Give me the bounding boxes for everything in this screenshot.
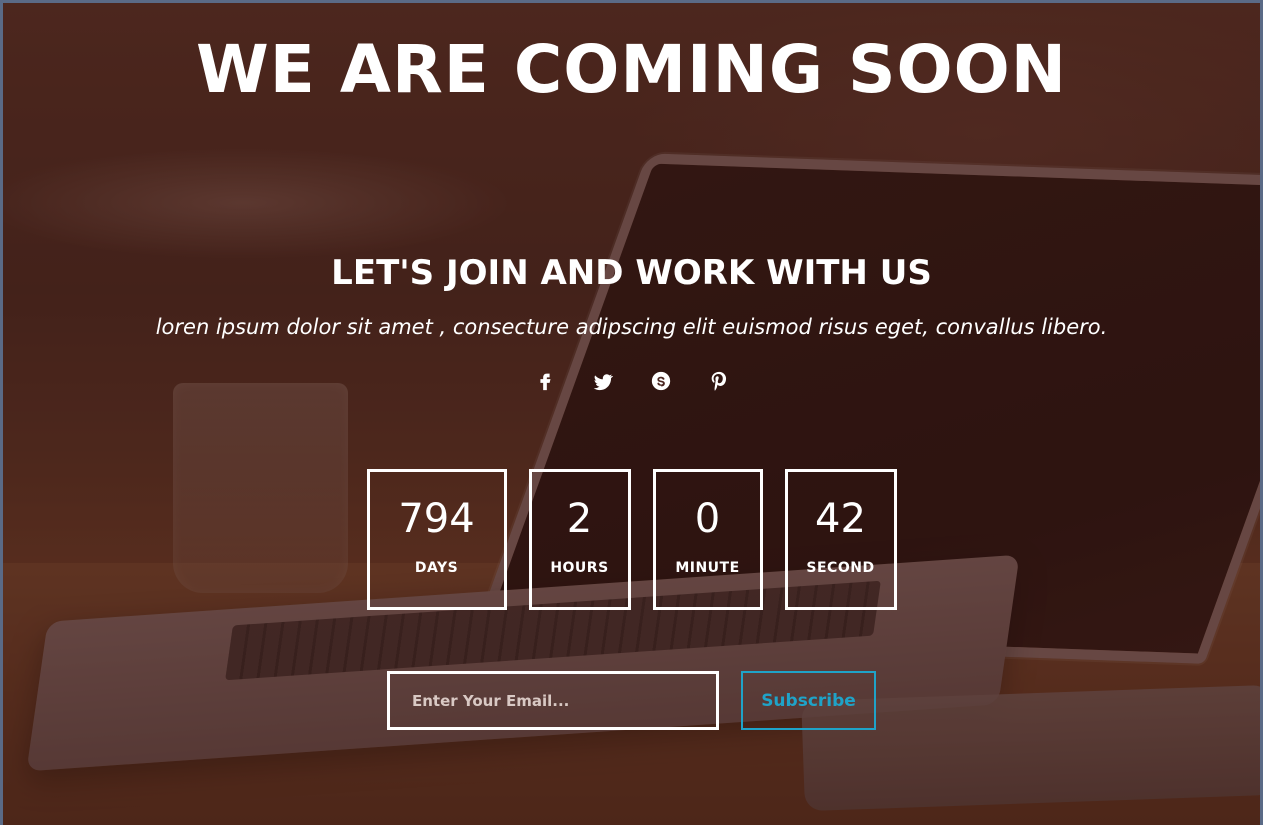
- email-field[interactable]: [387, 671, 719, 730]
- countdown-days-value: 794: [398, 496, 475, 542]
- countdown-second: 42 SECOND: [784, 469, 897, 610]
- social-links: [3, 369, 1260, 393]
- subscribe-button[interactable]: Subscribe: [741, 671, 876, 730]
- countdown-timer: 794 DAYS 2 HOURS 0 MINUTE 42 SECOND: [3, 469, 1260, 610]
- countdown-minute-label: MINUTE: [675, 560, 740, 576]
- page-frame: WE ARE COMING SOON LET'S JOIN AND WORK W…: [0, 0, 1263, 825]
- countdown-hours-label: HOURS: [550, 560, 609, 576]
- countdown-days: 794 DAYS: [366, 469, 507, 610]
- countdown-days-label: DAYS: [414, 560, 459, 576]
- countdown-second-value: 42: [815, 496, 866, 542]
- twitter-icon[interactable]: [591, 369, 615, 393]
- countdown-minute-value: 0: [694, 496, 721, 542]
- countdown-hours: 2 HOURS: [528, 469, 631, 610]
- subscribe-form: Subscribe: [3, 671, 1260, 730]
- facebook-icon[interactable]: [533, 369, 557, 393]
- subheadline: LET'S JOIN AND WORK WITH US: [331, 253, 932, 293]
- page-title: WE ARE COMING SOON: [196, 31, 1067, 108]
- tagline: loren ipsum dolor sit amet , consecture …: [155, 315, 1108, 339]
- countdown-hours-value: 2: [566, 496, 593, 542]
- skype-icon[interactable]: [649, 369, 673, 393]
- countdown-second-label: SECOND: [806, 560, 875, 576]
- hero-content: WE ARE COMING SOON LET'S JOIN AND WORK W…: [3, 3, 1260, 825]
- pinterest-icon[interactable]: [707, 369, 731, 393]
- countdown-minute: 0 MINUTE: [652, 469, 763, 610]
